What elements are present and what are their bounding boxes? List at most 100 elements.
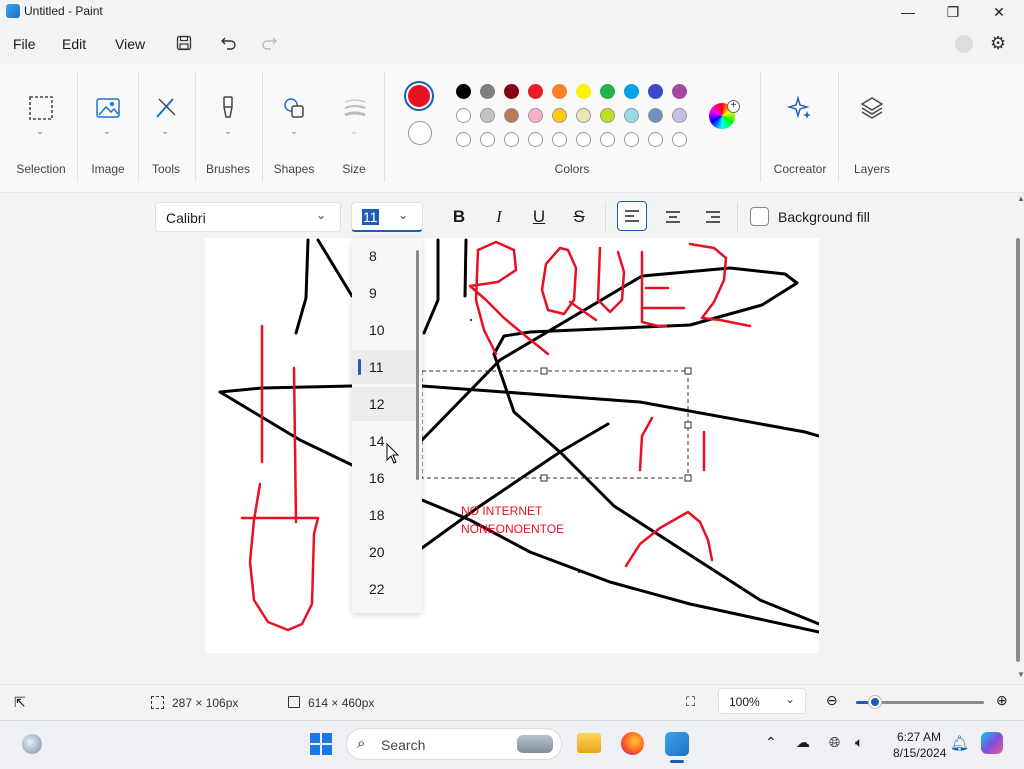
- color-swatch[interactable]: [528, 132, 543, 147]
- align-left-button[interactable]: [617, 201, 647, 231]
- shapes-tool[interactable]: [278, 92, 310, 124]
- color-swatch[interactable]: [480, 108, 495, 123]
- color-swatch[interactable]: [528, 84, 543, 99]
- chevron-down-icon[interactable]: ⌄: [223, 126, 233, 136]
- color-swatch[interactable]: [504, 84, 519, 99]
- color-swatch[interactable]: [528, 108, 543, 123]
- color-swatch[interactable]: [456, 84, 471, 99]
- layers-button[interactable]: [856, 92, 888, 124]
- clock[interactable]: 6:27 AM 8/15/2024: [893, 729, 946, 761]
- font-size-option[interactable]: 22: [352, 572, 416, 606]
- secondary-color-button[interactable]: [408, 121, 432, 145]
- font-size-option[interactable]: 16: [352, 461, 416, 495]
- color-swatch[interactable]: [456, 108, 471, 123]
- color-swatch[interactable]: [576, 84, 591, 99]
- color-swatch[interactable]: [504, 108, 519, 123]
- italic-button[interactable]: I: [484, 204, 514, 230]
- color-swatch[interactable]: [456, 132, 471, 147]
- background-fill-checkbox[interactable]: [750, 207, 769, 226]
- strikethrough-button[interactable]: S: [564, 204, 594, 230]
- color-swatch[interactable]: [600, 108, 615, 123]
- fit-to-window-icon[interactable]: ⛶: [686, 694, 695, 710]
- chevron-down-icon[interactable]: ⌄: [160, 126, 170, 136]
- color-swatch[interactable]: [648, 84, 663, 99]
- color-swatch[interactable]: [576, 108, 591, 123]
- color-swatch[interactable]: [672, 108, 687, 123]
- chevron-down-icon[interactable]: ⌄: [35, 126, 45, 136]
- zoom-slider-track[interactable]: [856, 696, 984, 708]
- font-size-dropdown[interactable]: 11 ⌄: [351, 202, 423, 232]
- firefox-icon[interactable]: [621, 732, 644, 755]
- file-explorer-icon[interactable]: [577, 733, 601, 753]
- vertical-scrollbar[interactable]: ▲ ▼: [1013, 194, 1024, 682]
- color-swatch[interactable]: [600, 84, 615, 99]
- taskbar-search-box[interactable]: ⌕ Search: [346, 728, 562, 760]
- color-swatch[interactable]: [600, 132, 615, 147]
- paint-taskbar-icon[interactable]: [665, 732, 689, 756]
- color-swatch[interactable]: [552, 84, 567, 99]
- redo-button[interactable]: [257, 32, 281, 54]
- zoom-dropdown[interactable]: 100% ⌄: [718, 688, 806, 714]
- selection-size-icon: [151, 696, 164, 709]
- widgets-icon[interactable]: [22, 734, 42, 754]
- notification-bell-icon[interactable]: 🔔︎: [950, 734, 969, 752]
- font-size-value[interactable]: 11: [362, 209, 379, 225]
- close-button[interactable]: ✕: [976, 0, 1022, 24]
- font-size-option[interactable]: 18: [352, 498, 416, 532]
- volume-muted-icon[interactable]: 🔈︎: [855, 734, 863, 751]
- color-swatch[interactable]: [624, 84, 639, 99]
- color-swatch[interactable]: [552, 108, 567, 123]
- copilot-icon[interactable]: [981, 732, 1003, 754]
- font-size-option[interactable]: 20: [352, 535, 416, 569]
- font-size-option[interactable]: 8: [352, 239, 416, 273]
- maximize-button[interactable]: ❐: [930, 0, 976, 24]
- show-hidden-icons-chevron-icon[interactable]: ⌃: [765, 734, 777, 751]
- color-swatch[interactable]: [672, 84, 687, 99]
- menu-file[interactable]: File: [13, 36, 36, 52]
- menu-edit[interactable]: Edit: [62, 36, 86, 52]
- image-tool[interactable]: [92, 92, 124, 124]
- color-swatch[interactable]: [648, 132, 663, 147]
- selection-tool[interactable]: [25, 92, 57, 124]
- font-size-option[interactable]: 12: [352, 387, 416, 421]
- color-swatch[interactable]: [624, 132, 639, 147]
- color-swatch[interactable]: [624, 108, 639, 123]
- bold-button[interactable]: B: [444, 204, 474, 230]
- color-swatch[interactable]: [480, 132, 495, 147]
- size-tool[interactable]: [339, 92, 371, 124]
- font-size-option[interactable]: 14: [352, 424, 416, 458]
- dropdown-scrollbar[interactable]: [416, 250, 419, 480]
- font-family-dropdown[interactable]: Calibri ⌄: [155, 202, 341, 232]
- minimize-button[interactable]: —: [885, 0, 931, 24]
- align-right-button[interactable]: [698, 204, 728, 230]
- color-swatch[interactable]: [576, 132, 591, 147]
- cocreator-button[interactable]: [784, 92, 816, 124]
- chevron-down-icon[interactable]: ⌄: [289, 126, 299, 136]
- chevron-down-icon[interactable]: ⌄: [102, 126, 112, 136]
- zoom-out-icon[interactable]: ⊖: [826, 692, 838, 709]
- font-size-option[interactable]: 10: [352, 313, 416, 347]
- network-globe-icon[interactable]: 🌐︎: [829, 734, 840, 751]
- account-avatar[interactable]: [955, 35, 973, 53]
- save-button[interactable]: [172, 32, 196, 54]
- tools-tool[interactable]: [150, 92, 182, 124]
- align-center-button[interactable]: [658, 204, 688, 230]
- primary-color-button[interactable]: [404, 81, 434, 111]
- color-swatch[interactable]: [648, 108, 663, 123]
- drawing-canvas[interactable]: NO INTERNET NONEONOENTOE: [205, 238, 819, 653]
- chevron-down-icon[interactable]: ⌄: [349, 126, 359, 136]
- onedrive-cloud-icon[interactable]: ☁: [796, 734, 810, 751]
- menu-view[interactable]: View: [115, 36, 145, 52]
- color-swatch[interactable]: [504, 132, 519, 147]
- zoom-in-icon[interactable]: ⊕: [996, 692, 1008, 709]
- color-swatch[interactable]: [672, 132, 687, 147]
- font-size-option[interactable]: 11: [352, 350, 416, 384]
- color-swatch[interactable]: [480, 84, 495, 99]
- settings-gear-icon[interactable]: ⚙: [990, 33, 1006, 54]
- undo-button[interactable]: [217, 32, 241, 54]
- underline-button[interactable]: U: [524, 204, 554, 230]
- brushes-tool[interactable]: [212, 92, 244, 124]
- start-windows-icon[interactable]: [310, 733, 332, 755]
- color-swatch[interactable]: [552, 132, 567, 147]
- font-size-option[interactable]: 9: [352, 276, 416, 310]
